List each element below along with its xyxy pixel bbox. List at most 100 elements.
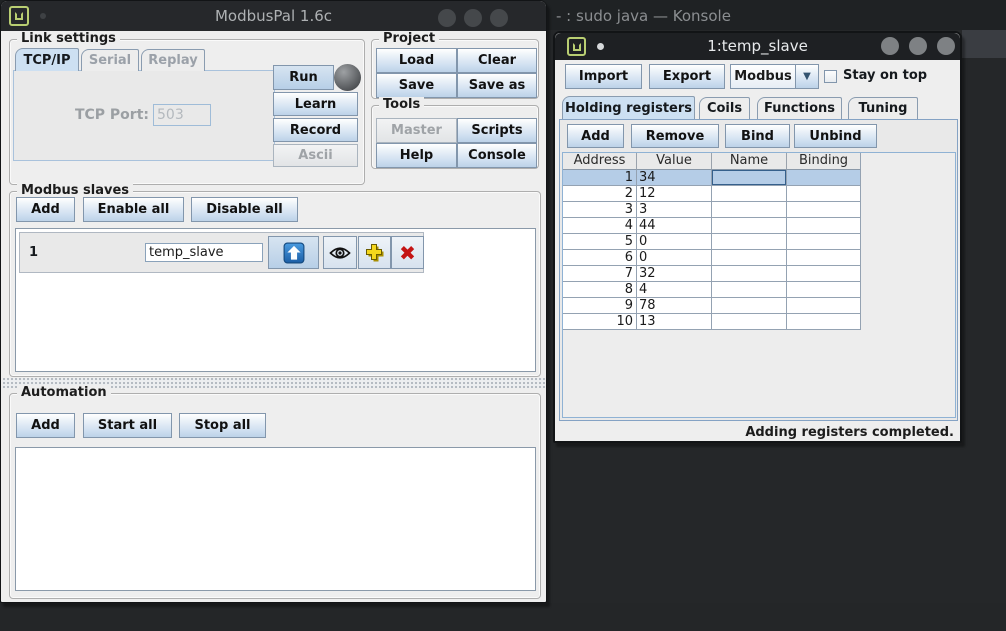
- cell-binding[interactable]: [787, 282, 861, 297]
- learn-button[interactable]: Learn: [273, 92, 358, 116]
- minimize-button[interactable]: [881, 37, 899, 55]
- minimize-button[interactable]: [438, 9, 456, 27]
- cell-value[interactable]: 34: [637, 170, 712, 185]
- cell-value[interactable]: 44: [637, 218, 712, 233]
- cell-binding[interactable]: [787, 314, 861, 329]
- tab-replay[interactable]: Replay: [141, 49, 205, 71]
- maximize-button[interactable]: [464, 9, 482, 27]
- start-all-button[interactable]: Start all: [83, 413, 172, 438]
- disable-all-button[interactable]: Disable all: [191, 197, 298, 222]
- cell-name[interactable]: [712, 298, 787, 313]
- cell-binding[interactable]: [787, 218, 861, 233]
- maximize-button[interactable]: [909, 37, 927, 55]
- cell-binding[interactable]: [787, 234, 861, 249]
- cell-name[interactable]: [712, 186, 787, 201]
- save-button[interactable]: Save: [376, 73, 457, 98]
- cell-value[interactable]: 0: [637, 234, 712, 249]
- tab-functions[interactable]: Functions: [757, 97, 842, 119]
- cell-address[interactable]: 5: [563, 234, 637, 249]
- scripts-button[interactable]: Scripts: [457, 118, 537, 143]
- clear-button[interactable]: Clear: [457, 48, 537, 73]
- table-row[interactable]: 212: [563, 186, 861, 202]
- register-add-button[interactable]: Add: [567, 124, 624, 148]
- cell-name[interactable]: [712, 234, 787, 249]
- cell-name[interactable]: [712, 282, 787, 297]
- cell-name[interactable]: [712, 314, 787, 329]
- cell-address[interactable]: 10: [563, 314, 637, 329]
- tab-coils[interactable]: Coils: [699, 97, 750, 119]
- titlebar[interactable]: 1:temp_slave: [555, 33, 960, 60]
- cell-binding[interactable]: [787, 266, 861, 281]
- register-bind-button[interactable]: Bind: [725, 124, 790, 148]
- table-row[interactable]: 1013: [563, 314, 861, 330]
- cell-name[interactable]: [712, 250, 787, 265]
- automation-add-button[interactable]: Add: [16, 413, 75, 438]
- cell-binding[interactable]: [787, 298, 861, 313]
- stop-all-button[interactable]: Stop all: [179, 413, 266, 438]
- run-button[interactable]: Run: [273, 65, 334, 90]
- tab-holding-registers[interactable]: Holding registers: [562, 96, 695, 119]
- table-row[interactable]: 50: [563, 234, 861, 250]
- master-button[interactable]: Master: [376, 118, 457, 143]
- register-unbind-button[interactable]: Unbind: [794, 124, 877, 148]
- stay-on-top-checkbox[interactable]: [824, 70, 837, 83]
- slave-add-registers-button[interactable]: [358, 236, 391, 269]
- cell-value[interactable]: 32: [637, 266, 712, 281]
- cell-name[interactable]: [712, 202, 787, 217]
- cell-value[interactable]: 3: [637, 202, 712, 217]
- table-row[interactable]: 444: [563, 218, 861, 234]
- slave-delete-button[interactable]: ✖: [391, 236, 424, 269]
- column-header-binding[interactable]: Binding: [787, 153, 861, 170]
- registers-scrollpane[interactable]: Address Value Name Binding 1342123344450…: [562, 152, 956, 418]
- ascii-button[interactable]: Ascii: [273, 144, 358, 167]
- cell-address[interactable]: 4: [563, 218, 637, 233]
- cell-binding[interactable]: [787, 202, 861, 217]
- table-row[interactable]: 60: [563, 250, 861, 266]
- close-button[interactable]: [937, 37, 955, 55]
- cell-value[interactable]: 12: [637, 186, 712, 201]
- record-button[interactable]: Record: [273, 118, 358, 142]
- slave-view-button[interactable]: [323, 236, 357, 269]
- cell-address[interactable]: 3: [563, 202, 637, 217]
- mode-select[interactable]: Modbus: [730, 64, 796, 89]
- close-button[interactable]: [490, 9, 508, 27]
- table-row[interactable]: 84: [563, 282, 861, 298]
- load-button[interactable]: Load: [376, 48, 457, 73]
- slave-name-input[interactable]: [145, 243, 263, 262]
- cell-value[interactable]: 13: [637, 314, 712, 329]
- cell-address[interactable]: 8: [563, 282, 637, 297]
- cell-name[interactable]: [712, 170, 787, 185]
- stay-on-top-label[interactable]: Stay on top: [843, 68, 927, 83]
- cell-binding[interactable]: [787, 186, 861, 201]
- tab-tcpip[interactable]: TCP/IP: [15, 48, 79, 71]
- slave-enabled-toggle[interactable]: [268, 236, 319, 269]
- export-button[interactable]: Export: [649, 64, 725, 89]
- cell-value[interactable]: 4: [637, 282, 712, 297]
- tab-serial[interactable]: Serial: [81, 49, 139, 71]
- register-remove-button[interactable]: Remove: [631, 124, 719, 148]
- console-button[interactable]: Console: [457, 143, 537, 168]
- cell-address[interactable]: 6: [563, 250, 637, 265]
- cell-name[interactable]: [712, 218, 787, 233]
- table-row[interactable]: 33: [563, 202, 861, 218]
- slave-add-button[interactable]: Add: [16, 197, 75, 222]
- column-header-value[interactable]: Value: [637, 153, 712, 170]
- titlebar[interactable]: ModbusPal 1.6c: [1, 1, 546, 31]
- table-row[interactable]: 732: [563, 266, 861, 282]
- mode-select-arrow-button[interactable]: ▼: [795, 64, 819, 89]
- tab-tuning[interactable]: Tuning: [848, 97, 918, 119]
- cell-address[interactable]: 2: [563, 186, 637, 201]
- cell-binding[interactable]: [787, 250, 861, 265]
- column-header-address[interactable]: Address: [563, 153, 637, 170]
- table-row[interactable]: 978: [563, 298, 861, 314]
- cell-address[interactable]: 1: [563, 170, 637, 185]
- cell-binding[interactable]: [787, 170, 861, 185]
- cell-address[interactable]: 7: [563, 266, 637, 281]
- cell-value[interactable]: 0: [637, 250, 712, 265]
- cell-address[interactable]: 9: [563, 298, 637, 313]
- table-row[interactable]: 134: [563, 170, 861, 186]
- import-button[interactable]: Import: [565, 64, 642, 89]
- column-header-name[interactable]: Name: [712, 153, 787, 170]
- help-button[interactable]: Help: [376, 143, 457, 168]
- save-as-button[interactable]: Save as: [457, 73, 537, 98]
